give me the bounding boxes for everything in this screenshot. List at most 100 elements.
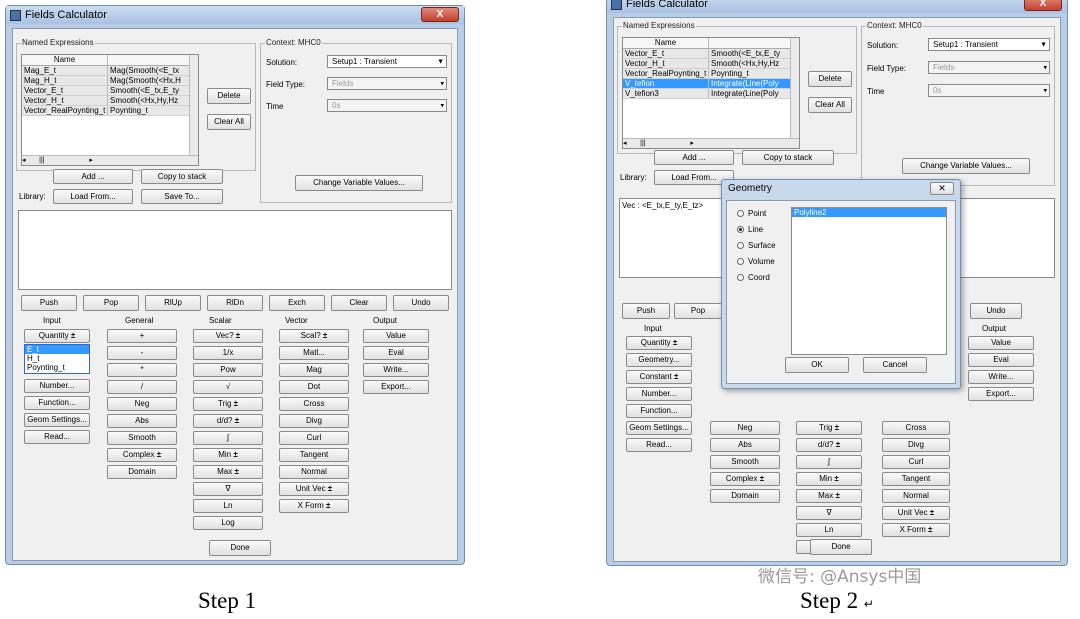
quantity-button[interactable]: Quantity ± (626, 336, 692, 350)
scalar-symbol-button[interactable]: ∫ (193, 431, 263, 445)
rldn-button[interactable]: RlDn (207, 295, 263, 311)
copy-to-stack-button[interactable]: Copy to stack (742, 150, 834, 165)
clear-all-button[interactable]: Clear All (808, 97, 852, 113)
scalar-trig-button[interactable]: Trig ± (193, 397, 263, 411)
surface-radio[interactable]: Surface (737, 241, 776, 250)
quantity-list[interactable]: E_tH_tPoynting_t (24, 344, 90, 374)
scalar-symbol-button[interactable]: ∫ (796, 455, 862, 469)
general-complex-button[interactable]: Complex ± (107, 448, 177, 462)
coord-radio[interactable]: Coord (737, 273, 770, 282)
point-radio[interactable]: Point (737, 209, 766, 218)
vector-x-form-button[interactable]: X Form ± (279, 499, 349, 513)
general-symbol-button[interactable]: - (107, 346, 177, 360)
close-button[interactable]: X (1024, 0, 1062, 11)
eval-button[interactable]: Eval (363, 346, 429, 360)
scalar-pow-button[interactable]: Pow (193, 363, 263, 377)
horizontal-scrollbar[interactable]: ◂ ||| ▸ (623, 138, 799, 148)
value-button[interactable]: Value (363, 329, 429, 343)
push-button[interactable]: Push (622, 303, 670, 319)
vector-cross-button[interactable]: Cross (882, 421, 950, 435)
table-row[interactable]: Vector_H_tSmooth(<Hx,Hy,Hz (22, 96, 198, 106)
vector-tangent-button[interactable]: Tangent (882, 472, 950, 486)
constant-button[interactable]: Constant ± (626, 370, 692, 384)
ok-button[interactable]: OK (785, 357, 849, 373)
field-type-select[interactable]: Fields▾ (327, 77, 447, 90)
table-row[interactable]: Vector_H_tSmooth(<Hx,Hy,Hz (623, 59, 799, 69)
general-smooth-button[interactable]: Smooth (710, 455, 780, 469)
change-variable-values-button[interactable]: Change Variable Values... (295, 175, 423, 191)
geom-settings-button[interactable]: Geom Settings... (24, 413, 90, 427)
geometry-list[interactable]: Polyline2 (791, 207, 947, 355)
general-neg-button[interactable]: Neg (107, 397, 177, 411)
table-row[interactable]: V_tefion3Integrate(Line(Poly (623, 89, 799, 99)
table-row[interactable]: Vector_RealPoynting_tPoynting_t (22, 106, 198, 116)
undo-button[interactable]: Undo (393, 295, 449, 311)
function-button[interactable]: Function... (626, 404, 692, 418)
time-select[interactable]: 0s▾ (928, 84, 1050, 97)
eval-button[interactable]: Eval (968, 353, 1034, 367)
vector-normal-button[interactable]: Normal (279, 465, 349, 479)
write-button[interactable]: Write... (968, 370, 1034, 384)
copy-to-stack-button[interactable]: Copy to stack (141, 169, 223, 184)
function-button[interactable]: Function... (24, 396, 90, 410)
scalar-vec-button[interactable]: Vec? ± (193, 329, 263, 343)
table-row[interactable]: Vector_E_tSmooth(<E_tx,E_ty (22, 86, 198, 96)
line-radio[interactable]: Line (737, 225, 763, 234)
done-button[interactable]: Done (810, 539, 872, 555)
vector-unit-vec-button[interactable]: Unit Vec ± (279, 482, 349, 496)
scalar-d-d-button[interactable]: d/d? ± (193, 414, 263, 428)
table-row[interactable]: Mag_E_tMag(Smooth(<E_tx (22, 66, 198, 76)
quantity-option[interactable]: H_t (25, 354, 89, 363)
stack-display[interactable] (18, 210, 452, 290)
clear-all-button[interactable]: Clear All (207, 114, 251, 130)
clear-button[interactable]: Clear (331, 295, 387, 311)
vector-matl-button[interactable]: Matl... (279, 346, 349, 360)
vector-scal-button[interactable]: Scal? ± (279, 329, 349, 343)
time-select[interactable]: 0s▾ (327, 99, 447, 112)
rlup-button[interactable]: RlUp (145, 295, 201, 311)
table-row[interactable]: Mag_H_tMag(Smooth(<Hx,H (22, 76, 198, 86)
vertical-scrollbar[interactable] (790, 38, 799, 138)
read-button[interactable]: Read... (626, 438, 692, 452)
geometry-list-item[interactable]: Polyline2 (792, 208, 946, 217)
vector-mag-button[interactable]: Mag (279, 363, 349, 377)
general-symbol-button[interactable]: + (107, 329, 177, 343)
vector-curl-button[interactable]: Curl (279, 431, 349, 445)
scalar-min-button[interactable]: Min ± (193, 448, 263, 462)
named-expressions-table[interactable]: Name Mag_E_tMag(Smooth(<E_txMag_H_tMag(S… (21, 54, 199, 166)
vector-curl-button[interactable]: Curl (882, 455, 950, 469)
write-button[interactable]: Write... (363, 363, 429, 377)
table-row[interactable]: V_tefionIntegrate(Line(Poly (623, 79, 799, 89)
general-abs-button[interactable]: Abs (710, 438, 780, 452)
general-symbol-button[interactable]: / (107, 380, 177, 394)
load-from-button[interactable]: Load From... (53, 189, 133, 204)
expr-column-header[interactable] (108, 55, 190, 65)
general-domain-button[interactable]: Domain (710, 489, 780, 503)
name-column-header[interactable]: Name (623, 38, 709, 48)
value-button[interactable]: Value (968, 336, 1034, 350)
scalar-min-button[interactable]: Min ± (796, 472, 862, 486)
push-button[interactable]: Push (21, 295, 77, 311)
geometry-button[interactable]: Geometry... (626, 353, 692, 367)
quantity-option[interactable]: Poynting_t (25, 363, 89, 372)
general-smooth-button[interactable]: Smooth (107, 431, 177, 445)
solution-select[interactable]: Setup1 : Transient▼ (327, 55, 447, 68)
scalar-symbol-button[interactable]: ∇ (796, 506, 862, 520)
scalar-trig-button[interactable]: Trig ± (796, 421, 862, 435)
vector-dot-button[interactable]: Dot (279, 380, 349, 394)
add-button[interactable]: Add ... (53, 169, 133, 184)
close-button[interactable]: X (421, 7, 459, 22)
pop-button[interactable]: Pop (674, 303, 722, 319)
vertical-scrollbar[interactable] (189, 55, 198, 155)
number-button[interactable]: Number... (24, 379, 90, 393)
volume-radio[interactable]: Volume (737, 257, 775, 266)
vector-cross-button[interactable]: Cross (279, 397, 349, 411)
general-symbol-button[interactable]: * (107, 363, 177, 377)
scalar-d-d-button[interactable]: d/d? ± (796, 438, 862, 452)
step2-titlebar[interactable]: Fields Calculator X (607, 0, 1067, 13)
table-row[interactable]: Vector_RealPoynting_tPoynting_t (623, 69, 799, 79)
number-button[interactable]: Number... (626, 387, 692, 401)
horizontal-scrollbar[interactable]: ◂ ||| ▸ (22, 155, 198, 165)
name-column-header[interactable]: Name (22, 55, 108, 65)
delete-button[interactable]: Delete (207, 88, 251, 104)
